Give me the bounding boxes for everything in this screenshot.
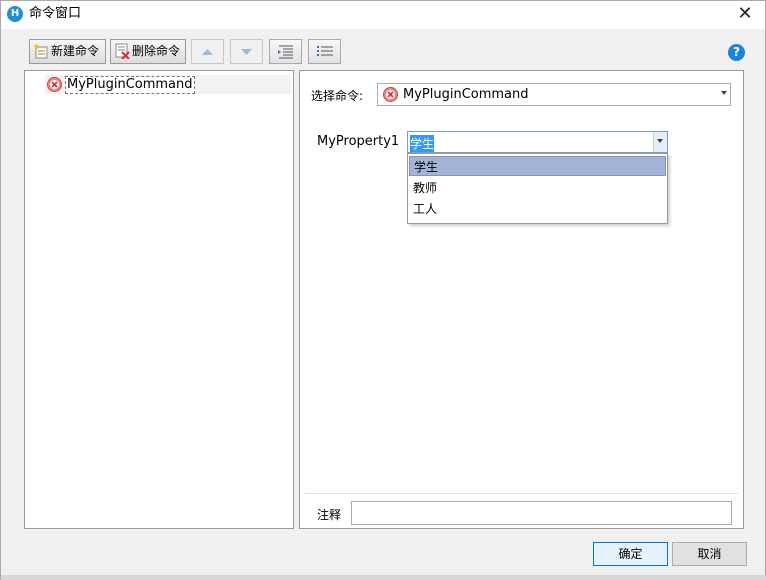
chevron-down-icon <box>657 139 663 143</box>
divider <box>305 493 738 494</box>
delete-command-button[interactable]: 删除命令 <box>110 39 186 64</box>
command-editor-panel: 选择命令: MyPluginCommand MyProperty1 学生 学生 … <box>299 70 744 529</box>
app-icon: H <box>7 6 23 22</box>
window-title: 命令窗口 <box>29 6 82 21</box>
ok-button[interactable]: 确定 <box>593 542 668 566</box>
dropdown-toggle[interactable] <box>653 132 667 152</box>
property-label: MyProperty1 <box>317 134 400 149</box>
command-window: H 命令窗口 ✕ 新建命令 删除命令 ? MyPluginCommand 选择命… <box>0 0 766 580</box>
command-tree-panel: MyPluginCommand <box>24 70 294 529</box>
outdent-button[interactable] <box>308 39 341 64</box>
property-select[interactable]: 学生 <box>407 131 668 153</box>
tree-item[interactable]: MyPluginCommand <box>45 75 291 94</box>
property-dropdown-list: 学生 教师 工人 <box>407 153 668 224</box>
command-select-value: MyPluginCommand <box>403 87 529 102</box>
error-circle-icon <box>47 77 62 92</box>
delete-command-label: 删除命令 <box>132 44 181 58</box>
indent-button[interactable] <box>269 39 302 64</box>
dropdown-option[interactable]: 工人 <box>409 199 666 219</box>
error-circle-icon <box>383 87 398 102</box>
new-command-button[interactable]: 新建命令 <box>29 39 106 64</box>
note-label: 注释 <box>317 508 342 522</box>
move-up-button[interactable] <box>191 39 224 64</box>
new-command-label: 新建命令 <box>51 44 100 58</box>
taskbar-strip <box>1 575 766 580</box>
note-input[interactable] <box>351 501 732 525</box>
select-command-label: 选择命令: <box>311 89 364 103</box>
property-select-value: 学生 <box>410 135 435 152</box>
cancel-button[interactable]: 取消 <box>672 542 747 566</box>
chevron-down-icon <box>721 91 727 95</box>
dropdown-option[interactable]: 学生 <box>409 156 666 176</box>
dropdown-option[interactable]: 教师 <box>409 178 666 198</box>
outdent-icon <box>317 46 333 56</box>
arrow-down-icon <box>241 49 252 55</box>
arrow-up-icon <box>202 49 213 55</box>
delete-command-icon <box>115 43 130 59</box>
new-command-icon <box>33 43 48 59</box>
title-bar: H 命令窗口 ✕ <box>1 1 765 29</box>
move-down-button[interactable] <box>230 39 263 64</box>
command-select[interactable]: MyPluginCommand <box>377 83 731 106</box>
close-button[interactable]: ✕ <box>725 1 765 29</box>
tree-item-label: MyPluginCommand <box>65 76 195 94</box>
indent-icon <box>278 45 293 59</box>
help-icon[interactable]: ? <box>728 44 745 61</box>
